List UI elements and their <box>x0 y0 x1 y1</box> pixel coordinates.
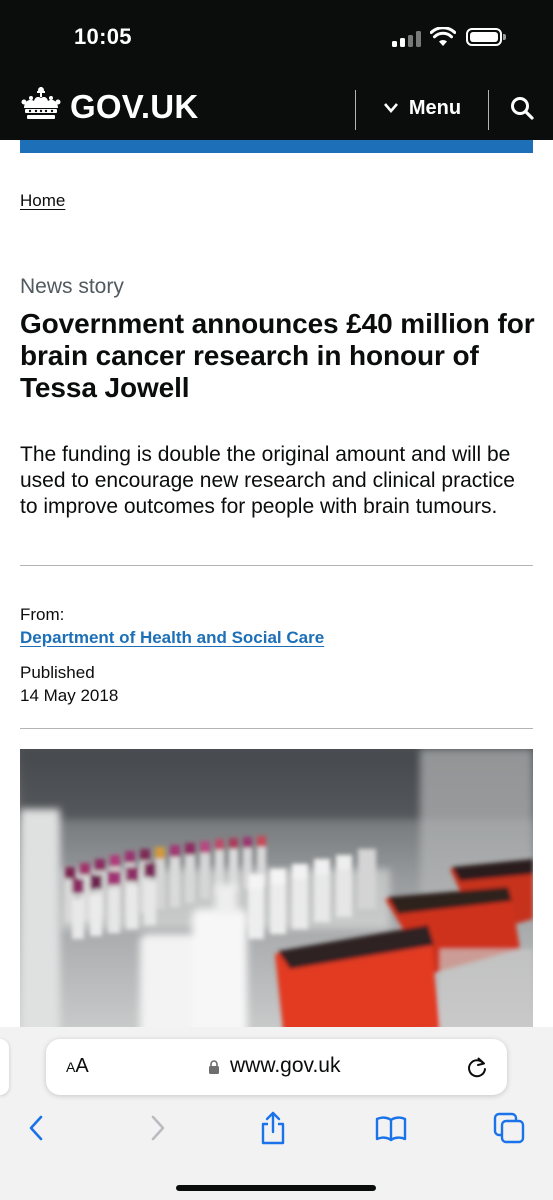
page-title: Government announces £40 million for bra… <box>20 308 535 403</box>
govuk-logo-text[interactable]: GOV.UK <box>70 88 198 126</box>
article-image <box>20 749 533 1049</box>
search-icon <box>510 97 534 120</box>
aa-big: A <box>75 1055 89 1077</box>
browser-toolbar: AA www.gov.uk <box>0 1027 553 1200</box>
wifi-icon <box>430 27 456 46</box>
battery-icon <box>466 28 502 46</box>
back-button[interactable] <box>20 1111 54 1145</box>
battery-cap <box>503 34 506 40</box>
status-time: 10:05 <box>74 24 132 49</box>
previous-tab-preview[interactable] <box>0 1039 9 1095</box>
breadcrumb-home-link[interactable]: Home <box>20 191 65 211</box>
page-settings-button[interactable]: AA <box>66 1055 89 1078</box>
header-divider <box>488 90 489 130</box>
search-button[interactable] <box>490 88 553 128</box>
bookmarks-icon <box>375 1116 407 1142</box>
divider <box>20 565 533 566</box>
published-date: 14 May 2018 <box>20 686 119 705</box>
forward-icon <box>151 1115 165 1141</box>
url-text[interactable]: www.gov.uk <box>230 1054 341 1078</box>
aa-small: A <box>66 1059 76 1075</box>
back-icon <box>29 1115 43 1141</box>
share-button[interactable] <box>256 1111 290 1145</box>
crown-icon[interactable] <box>20 86 62 124</box>
share-icon <box>261 1111 285 1145</box>
status-bar: 10:05 <box>0 0 553 76</box>
address-bar[interactable]: AA www.gov.uk <box>46 1039 507 1095</box>
cellular-signal-icon <box>392 31 422 47</box>
bookmarks-button[interactable] <box>374 1111 408 1145</box>
chevron-down-icon <box>383 103 398 113</box>
tabs-button[interactable] <box>492 1111 526 1145</box>
tabs-icon <box>493 1112 525 1144</box>
forward-button[interactable] <box>140 1111 174 1145</box>
content-type-caption: News story <box>20 275 124 298</box>
menu-button[interactable]: Menu <box>356 88 488 128</box>
lock-icon <box>209 1060 219 1074</box>
home-indicator <box>176 1185 376 1191</box>
reload-icon[interactable] <box>466 1055 488 1079</box>
organisation-link[interactable]: Department of Health and Social Care <box>20 628 324 648</box>
divider <box>20 728 533 729</box>
menu-label: Menu <box>408 96 462 119</box>
published-label: Published <box>20 663 95 682</box>
from-label: From: <box>20 605 65 624</box>
header-blue-bar <box>20 140 533 153</box>
site-header: GOV.UK Menu <box>0 76 553 140</box>
lead-paragraph: The funding is double the original amoun… <box>20 443 515 518</box>
